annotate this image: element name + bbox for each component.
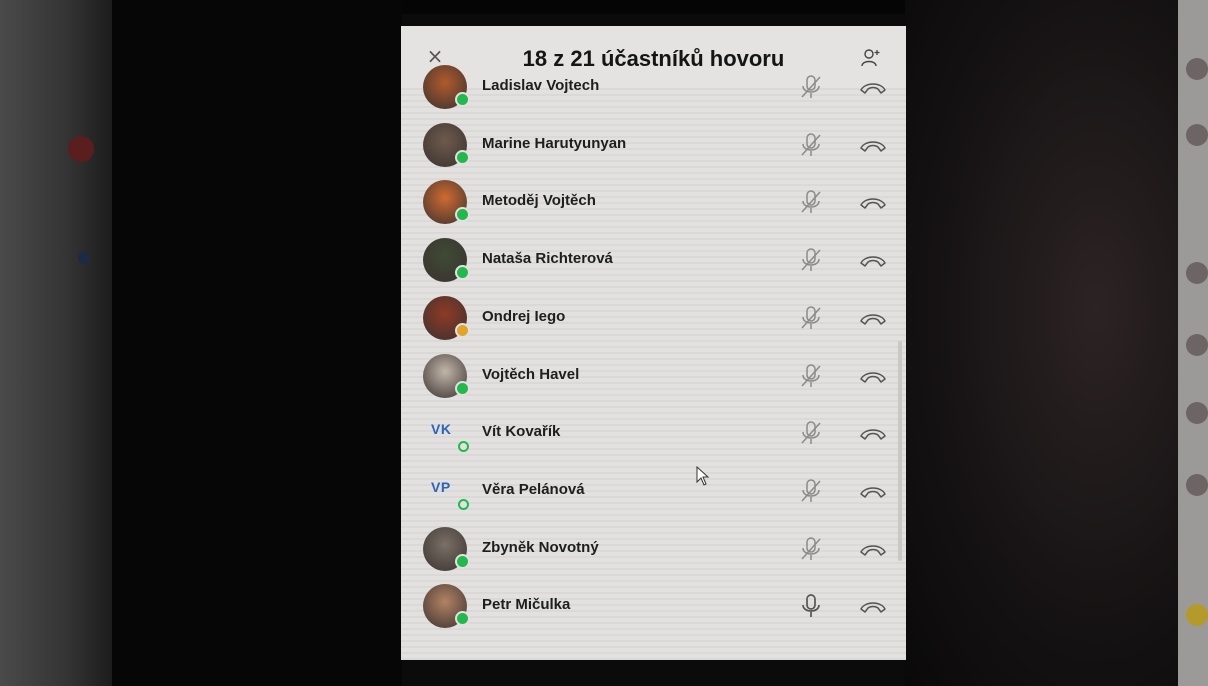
participant-row[interactable]: Marine Harutyunyan: [401, 117, 906, 174]
presence-status-icon: [455, 322, 470, 338]
microphone-muted-icon[interactable]: [799, 536, 823, 562]
presence-status-icon: [455, 380, 470, 396]
mouse-cursor-icon: [696, 466, 710, 486]
participant-name: Metoděj Vojtěch: [482, 192, 596, 210]
participant-row[interactable]: Petr Mičulka: [401, 578, 906, 635]
microphone-muted-icon[interactable]: [799, 420, 823, 446]
participant-row[interactable]: Vojtěch Havel: [401, 348, 906, 405]
participant-name: Vít Kovařík: [482, 423, 561, 441]
background-avatar: [1186, 124, 1208, 146]
participant-name: Nataša Richterová: [482, 250, 613, 268]
hang-up-icon[interactable]: [859, 426, 887, 442]
background-avatar: [68, 136, 94, 162]
background-avatar: [1186, 402, 1208, 424]
presence-status-icon: [455, 611, 470, 627]
avatar-initials: VK: [431, 421, 452, 438]
microphone-muted-icon[interactable]: [799, 74, 823, 100]
hang-up-icon[interactable]: [859, 311, 887, 327]
participant-name: Marine Harutyunyan: [482, 134, 627, 152]
microphone-muted-icon[interactable]: [799, 478, 823, 504]
presence-status-icon: [455, 92, 470, 107]
avatar-initials: VP: [431, 478, 451, 495]
hang-up-icon[interactable]: [859, 80, 887, 96]
presence-status-icon: [455, 265, 470, 281]
microphone-muted-icon[interactable]: [799, 189, 823, 215]
presence-status-icon: [455, 149, 470, 165]
microphone-muted-icon[interactable]: [799, 363, 823, 389]
participant-name: Vojtěch Havel: [482, 365, 580, 383]
hang-up-icon[interactable]: [859, 599, 887, 615]
presence-status-icon: [455, 553, 470, 569]
background-avatar-strip: [1178, 0, 1208, 686]
hang-up-icon[interactable]: [859, 369, 887, 385]
participant-row[interactable]: Ladislav Vojtech: [401, 59, 906, 116]
participant-name: Věra Pelánová: [482, 480, 585, 498]
hang-up-icon[interactable]: [859, 484, 887, 500]
microphone-muted-icon[interactable]: [799, 247, 823, 273]
background-avatar: [1186, 334, 1208, 356]
hang-up-icon[interactable]: [859, 253, 887, 269]
presence-status-icon: [455, 207, 470, 223]
participant-row[interactable]: Zbyněk Novotný: [401, 521, 906, 578]
hang-up-icon[interactable]: [859, 195, 887, 211]
background-avatar: [1186, 262, 1208, 284]
participant-row[interactable]: Metoděj Vojtěch: [401, 174, 906, 231]
background-avatar: [1186, 58, 1208, 80]
participant-row[interactable]: Ondrej Iego: [401, 290, 906, 347]
participant-name: Ladislav Vojtech: [482, 77, 600, 94]
microphone-muted-icon[interactable]: [799, 132, 823, 158]
background-unread-badge: [78, 252, 90, 264]
participant-row[interactable]: VP Věra Pelánová: [401, 463, 906, 520]
background-right: [905, 0, 1178, 686]
participants-panel: × 18 z 21 účastníků hovoru Ladislav Vojt…: [401, 26, 906, 660]
scrollbar[interactable]: [898, 341, 902, 561]
participant-row[interactable]: VK Vít Kovařík: [401, 405, 906, 462]
participant-name: Petr Mičulka: [482, 596, 571, 614]
background-avatar: [1186, 604, 1208, 626]
participant-row[interactable]: Nataša Richterová: [401, 232, 906, 289]
participant-name: Ondrej Iego: [482, 307, 566, 325]
background-center: [112, 0, 402, 686]
hang-up-icon[interactable]: [859, 138, 887, 154]
hang-up-icon[interactable]: [859, 542, 887, 558]
participant-name: Zbyněk Novotný: [482, 538, 599, 556]
microphone-icon[interactable]: [799, 593, 823, 619]
presence-status-icon: [458, 498, 469, 510]
background-avatar: [1186, 474, 1208, 496]
background-chat-list: [0, 0, 112, 686]
microphone-muted-icon[interactable]: [799, 305, 823, 331]
presence-status-icon: [458, 441, 469, 453]
